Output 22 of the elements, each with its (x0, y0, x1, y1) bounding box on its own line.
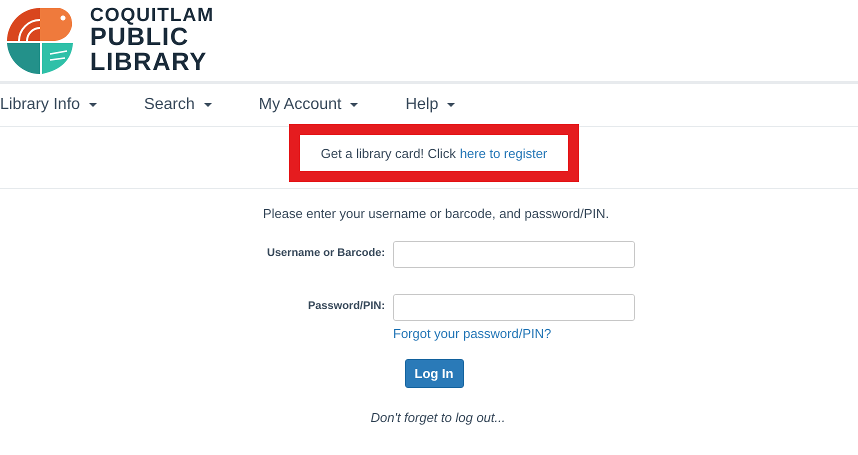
nav-menu[interactable]: Search (144, 96, 212, 114)
login-button[interactable]: Log In (404, 359, 464, 388)
caret-icon (447, 103, 456, 107)
input-field[interactable] (393, 241, 635, 268)
field-label: Username or Barcode: (266, 246, 385, 259)
caret-icon (350, 103, 358, 107)
logo-text: COQUITLAM (90, 6, 214, 25)
nav-menu[interactable]: Library Info (0, 96, 98, 114)
caret-icon (89, 103, 98, 107)
banner-text: Get a library card! Click (320, 146, 456, 160)
logo-icon (5, 6, 75, 76)
caret-icon (204, 103, 212, 107)
intro-text: Please enter your username or barcode, and password/PIN. (262, 206, 610, 221)
logout-note: Don't forget to log out... (370, 410, 506, 425)
logo-text: PUBLIC (90, 25, 190, 50)
nav-menu[interactable]: My Account (258, 96, 358, 114)
logo-text: LIBRARY (90, 50, 208, 75)
field-label: Password/PIN: (306, 299, 385, 312)
input-field[interactable] (393, 294, 635, 321)
nav-menu[interactable]: Help (405, 96, 456, 114)
register-link[interactable]: here to register (460, 146, 548, 160)
forgot-link[interactable]: Forgot your password/PIN? (393, 326, 635, 341)
